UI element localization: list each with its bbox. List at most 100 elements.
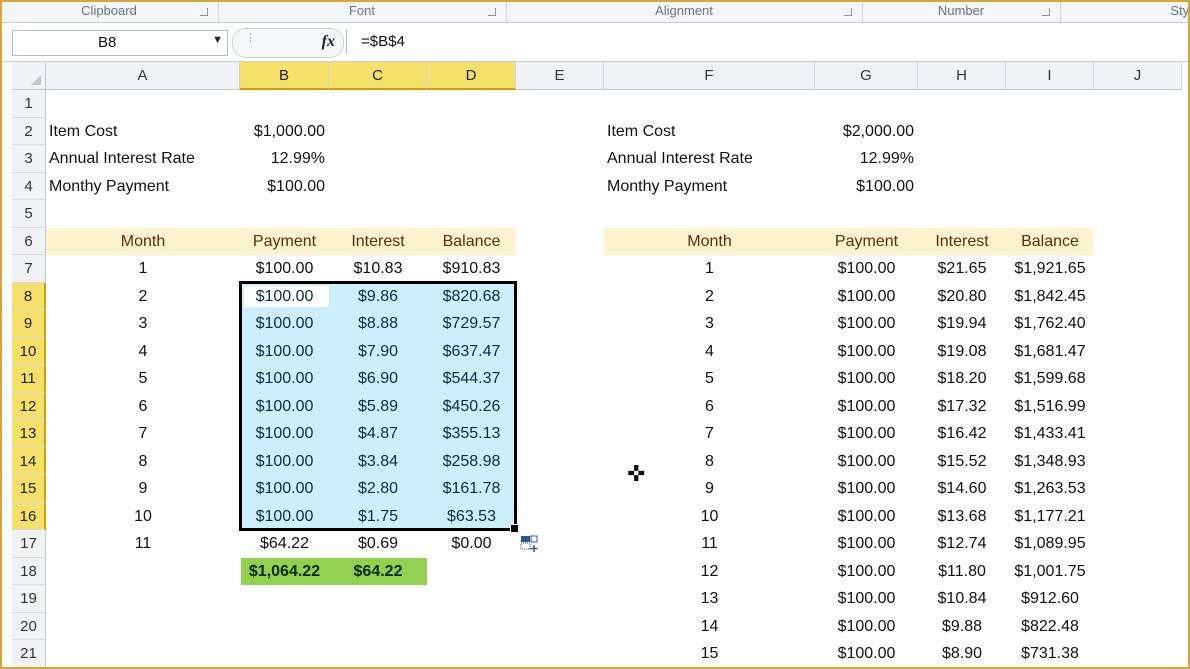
payment-cell[interactable]: $100.00 [815, 365, 918, 393]
month-cell[interactable]: 10 [604, 503, 815, 530]
interest-cell[interactable]: $17.32 [918, 393, 1006, 420]
row-header[interactable]: 18 [12, 558, 46, 585]
row-header[interactable]: 5 [12, 200, 46, 228]
balance-cell[interactable]: $1,681.47 [1006, 338, 1094, 365]
interest-cell[interactable]: $13.68 [918, 503, 1006, 530]
interest-cell[interactable]: $12.74 [918, 530, 1006, 558]
payment-cell[interactable]: $100.00 [815, 448, 918, 475]
param-value[interactable]: $100.00 [240, 173, 329, 200]
ribbon-group-styles[interactable]: Styl [1060, 0, 1190, 22]
interest-cell[interactable]: $10.84 [918, 585, 1006, 613]
balance-cell[interactable]: $910.83 [427, 255, 516, 283]
insert-function-button[interactable]: ⋮ fx [232, 28, 344, 58]
row-header[interactable]: 16 [12, 503, 46, 530]
dialog-launcher-icon[interactable] [1042, 8, 1050, 16]
interest-cell[interactable]: $10.83 [329, 255, 427, 283]
month-cell[interactable]: 2 [46, 283, 240, 310]
interest-cell[interactable]: $16.42 [918, 420, 1006, 448]
row-header[interactable]: 13 [12, 420, 46, 448]
month-cell[interactable]: 3 [604, 310, 815, 338]
row-header[interactable]: 8 [12, 283, 46, 310]
interest-cell[interactable]: $11.80 [918, 558, 1006, 585]
column-header[interactable]: E [516, 62, 604, 90]
row-header[interactable]: 7 [12, 255, 46, 283]
fill-handle[interactable] [510, 524, 519, 533]
month-cell[interactable]: 6 [604, 393, 815, 420]
table-header[interactable]: Month [604, 228, 815, 255]
total-payment[interactable]: $1,064.22 [240, 558, 329, 585]
row-header[interactable]: 11 [12, 365, 46, 393]
select-all-button[interactable] [12, 62, 46, 90]
column-header[interactable]: D [427, 62, 516, 90]
param-value[interactable]: 12.99% [815, 145, 918, 173]
param-value[interactable]: $1,000.00 [240, 118, 329, 145]
table-header[interactable]: Interest [918, 228, 1006, 255]
payment-cell[interactable]: $100.00 [815, 420, 918, 448]
column-header[interactable]: G [815, 62, 918, 90]
row-header[interactable]: 1 [12, 90, 46, 118]
column-header[interactable]: C [329, 62, 427, 90]
row-header[interactable]: 12 [12, 393, 46, 420]
row-header[interactable]: 9 [12, 310, 46, 338]
interest-cell[interactable]: $19.94 [918, 310, 1006, 338]
payment-cell[interactable]: $100.00 [815, 530, 918, 558]
balance-cell[interactable]: $1,001.75 [1006, 558, 1094, 585]
month-cell[interactable]: 11 [604, 530, 815, 558]
balance-cell[interactable]: $731.38 [1006, 640, 1094, 668]
payment-cell[interactable]: $100.00 [815, 475, 918, 503]
column-header[interactable]: J [1094, 62, 1182, 90]
auto-fill-options-icon[interactable] [520, 535, 540, 553]
payment-cell[interactable]: $100.00 [815, 283, 918, 310]
table-header[interactable]: Interest [329, 228, 427, 255]
row-header[interactable]: 6 [12, 228, 46, 255]
column-header[interactable]: H [918, 62, 1006, 90]
balance-cell[interactable]: $1,089.95 [1006, 530, 1094, 558]
payment-cell[interactable]: $64.22 [240, 530, 329, 558]
month-cell[interactable]: 1 [604, 255, 815, 283]
balance-cell[interactable]: $1,599.68 [1006, 365, 1094, 393]
ribbon-group-font[interactable]: Font [218, 0, 507, 22]
column-header[interactable]: B [240, 62, 329, 90]
param-value[interactable]: $100.00 [815, 173, 918, 200]
payment-cell[interactable]: $100.00 [815, 255, 918, 283]
ribbon-group-clipboard[interactable]: Clipboard [0, 0, 219, 22]
formula-input[interactable]: =$B$4 [346, 30, 1186, 54]
interest-cell[interactable]: $21.65 [918, 255, 1006, 283]
dialog-launcher-icon[interactable] [844, 8, 852, 16]
name-box[interactable]: B8 ▼ [12, 30, 228, 56]
balance-cell[interactable]: $1,177.21 [1006, 503, 1094, 530]
payment-cell[interactable]: $100.00 [815, 310, 918, 338]
row-header[interactable]: 15 [12, 475, 46, 503]
month-cell[interactable]: 7 [604, 420, 815, 448]
row-header[interactable]: 4 [12, 173, 46, 200]
balance-cell[interactable]: $822.48 [1006, 613, 1094, 640]
balance-cell[interactable]: $1,921.65 [1006, 255, 1094, 283]
dialog-launcher-icon[interactable] [200, 8, 208, 16]
row-header[interactable]: 2 [12, 118, 46, 145]
payment-cell[interactable]: $100.00 [815, 640, 918, 668]
month-cell[interactable]: 14 [604, 613, 815, 640]
dialog-launcher-icon[interactable] [488, 8, 496, 16]
month-cell[interactable]: 13 [604, 585, 815, 613]
interest-cell[interactable]: $15.52 [918, 448, 1006, 475]
interest-cell[interactable]: $14.60 [918, 475, 1006, 503]
payment-cell[interactable]: $100.00 [815, 503, 918, 530]
table-header[interactable]: Balance [427, 228, 516, 255]
ribbon-group-alignment[interactable]: Alignment [506, 0, 863, 22]
row-header[interactable]: 10 [12, 338, 46, 365]
interest-cell[interactable]: $9.88 [918, 613, 1006, 640]
balance-cell[interactable]: $1,348.93 [1006, 448, 1094, 475]
table-header[interactable]: Payment [815, 228, 918, 255]
row-header[interactable]: 14 [12, 448, 46, 475]
payment-cell[interactable]: $100.00 [240, 255, 329, 283]
column-header[interactable]: F [604, 62, 815, 90]
balance-cell[interactable]: $912.60 [1006, 585, 1094, 613]
interest-cell[interactable]: $18.20 [918, 365, 1006, 393]
payment-cell[interactable]: $100.00 [815, 585, 918, 613]
row-header[interactable]: 3 [12, 145, 46, 173]
row-header[interactable]: 20 [12, 613, 46, 640]
param-value[interactable]: 12.99% [240, 145, 329, 173]
interest-cell[interactable]: $8.90 [918, 640, 1006, 668]
row-header[interactable]: 21 [12, 640, 46, 668]
interest-cell[interactable]: $19.08 [918, 338, 1006, 365]
